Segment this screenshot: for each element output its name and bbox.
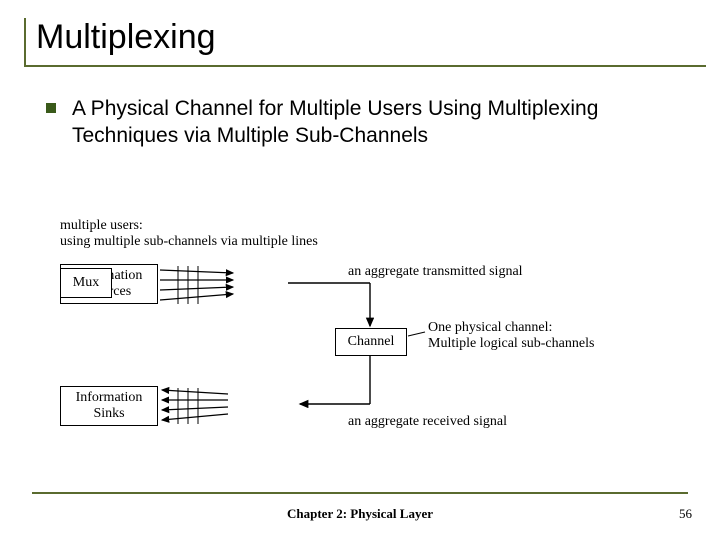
page-number: 56: [679, 506, 692, 522]
title-underline: [26, 65, 706, 67]
body-text: A Physical Channel for Multiple Users Us…: [72, 95, 696, 150]
slide-title: Multiplexing: [36, 18, 696, 65]
bullet-icon: [46, 103, 56, 113]
diagram-arrows: [60, 218, 620, 448]
footer-text: Chapter 2: Physical Layer: [0, 506, 720, 522]
footer-divider: [32, 492, 688, 494]
multiplexing-diagram: multiple users: using multiple sub-chann…: [60, 218, 620, 448]
